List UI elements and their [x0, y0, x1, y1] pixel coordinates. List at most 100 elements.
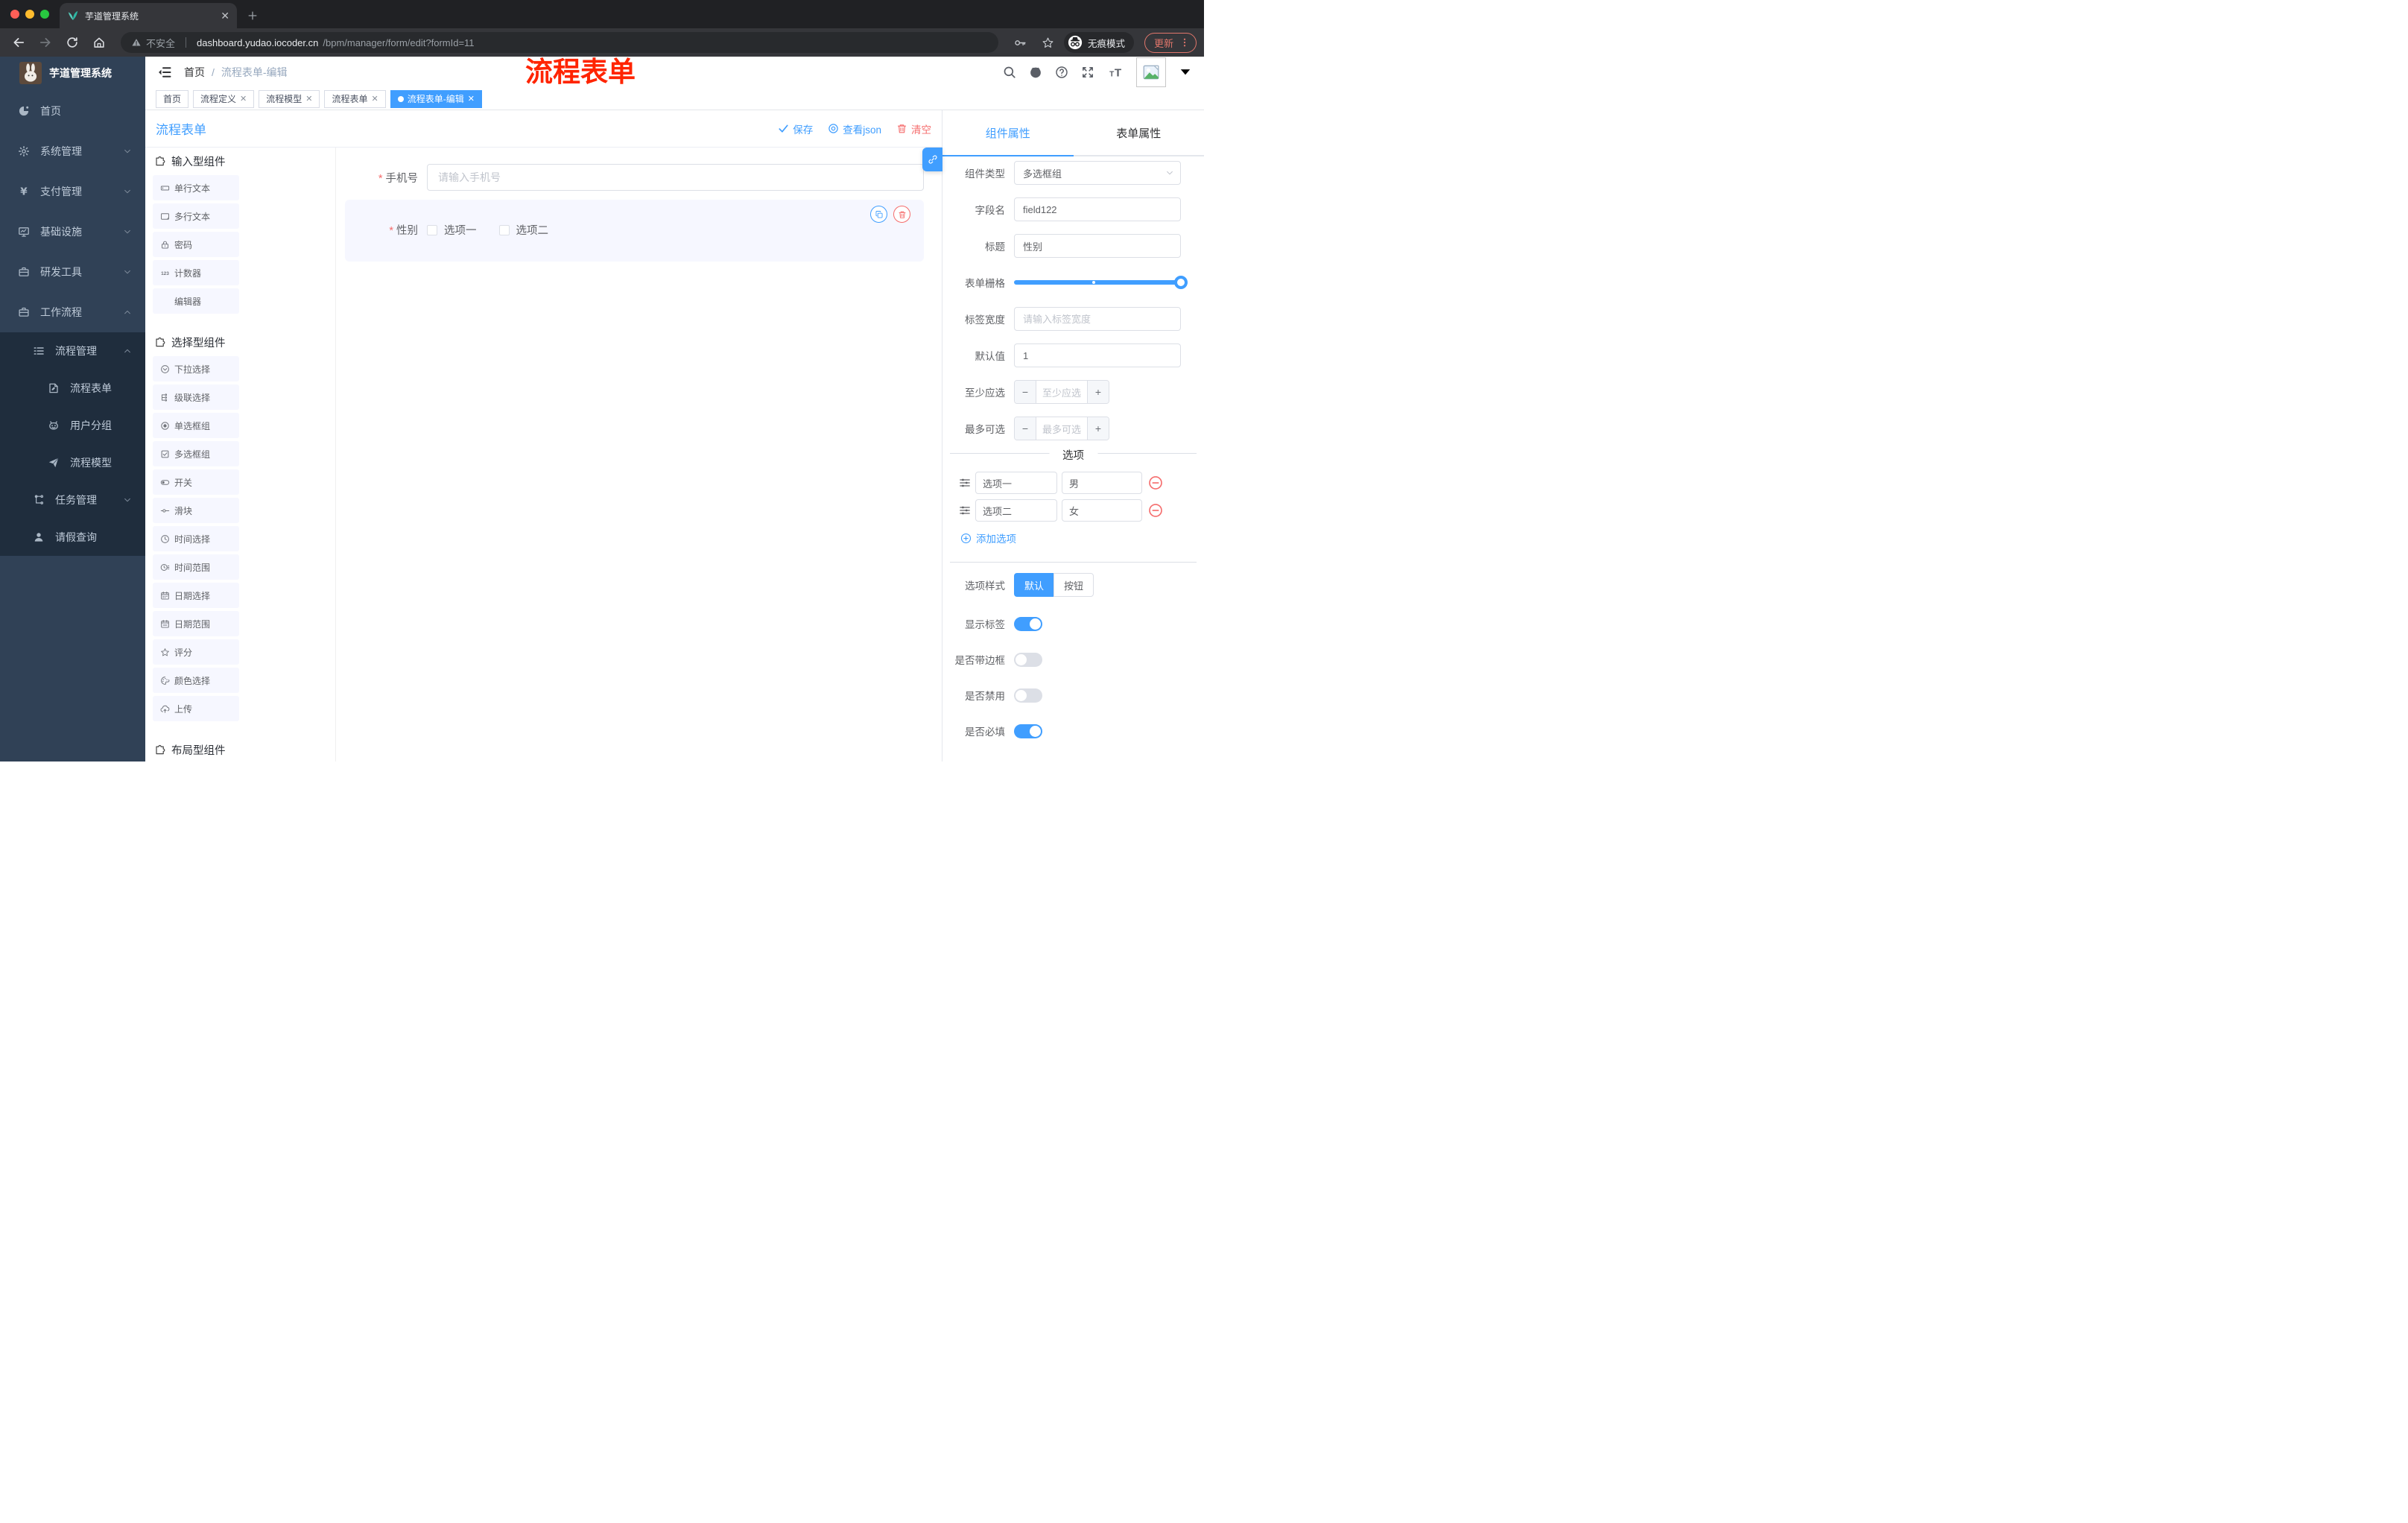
- option-value-input[interactable]: [1062, 499, 1142, 522]
- palette-item-checkbox-group[interactable]: 多选框组: [153, 441, 239, 466]
- palette-item-cascader[interactable]: 级联选择: [153, 384, 239, 410]
- save-button[interactable]: 保存: [778, 121, 813, 136]
- user-avatar[interactable]: [1136, 57, 1166, 87]
- reload-icon[interactable]: [66, 36, 79, 49]
- tag-close-icon[interactable]: ✕: [468, 94, 475, 104]
- palette-item-date-range[interactable]: 日期范围: [153, 611, 239, 636]
- default-value-input[interactable]: [1014, 343, 1181, 367]
- password-key-icon[interactable]: [1014, 37, 1027, 49]
- tag-close-icon[interactable]: ✕: [372, 94, 378, 104]
- search-icon[interactable]: [1003, 66, 1016, 79]
- palette-item-single-line-text[interactable]: 单行文本: [153, 175, 239, 200]
- bookmark-star-icon[interactable]: [1042, 37, 1054, 49]
- palette-item-select[interactable]: 下拉选择: [153, 356, 239, 381]
- breadcrumb-home[interactable]: 首页: [184, 65, 205, 80]
- sidebar-item-process-model[interactable]: 流程模型: [0, 444, 145, 481]
- palette-item-color-picker[interactable]: 颜色选择: [153, 668, 239, 693]
- form-grid-slider[interactable]: [1014, 270, 1188, 294]
- zoom-window-button[interactable]: [40, 10, 49, 19]
- palette-item-radio-group[interactable]: 单选框组: [153, 413, 239, 438]
- browser-menu-dots-icon[interactable]: [1179, 37, 1190, 48]
- style-button-button[interactable]: 按钮: [1054, 573, 1094, 597]
- tag-close-icon[interactable]: ✕: [305, 94, 312, 104]
- toggle-disabled[interactable]: [1014, 688, 1042, 703]
- gender-checkbox-2[interactable]: 选项二: [498, 222, 548, 238]
- max-select-placeholder[interactable]: 最多可选: [1036, 417, 1087, 440]
- tag-process-definition[interactable]: 流程定义 ✕: [193, 89, 255, 108]
- sidebar-item-process-mgmt[interactable]: 流程管理: [0, 332, 145, 370]
- toggle-show-label[interactable]: [1014, 616, 1042, 631]
- option-label-input[interactable]: [975, 499, 1057, 522]
- minimize-window-button[interactable]: [25, 10, 34, 19]
- slider-handle[interactable]: [1174, 276, 1188, 289]
- forward-icon[interactable]: [39, 36, 52, 49]
- option-label-input[interactable]: [975, 472, 1057, 494]
- palette-item-date-picker[interactable]: 日期选择: [153, 583, 239, 608]
- avatar-caret-down-icon[interactable]: [1179, 66, 1192, 79]
- sidebar-item-system-mgmt[interactable]: 系统管理: [0, 131, 145, 171]
- checkbox-icon[interactable]: [427, 224, 437, 235]
- fullscreen-icon[interactable]: [1081, 66, 1094, 79]
- palette-item-switch[interactable]: 开关: [153, 469, 239, 495]
- palette-item-time-range[interactable]: 时间范围: [153, 554, 239, 580]
- palette-item-editor[interactable]: 编辑器: [153, 288, 239, 314]
- canvas-field-phone[interactable]: 手机号: [345, 164, 924, 191]
- label-width-input[interactable]: [1014, 307, 1181, 331]
- palette-item-counter[interactable]: 123 计数器: [153, 260, 239, 285]
- decrease-button[interactable]: −: [1015, 417, 1036, 440]
- tag-process-form-edit[interactable]: 流程表单-编辑 ✕: [390, 89, 482, 108]
- title-input[interactable]: [1014, 234, 1181, 258]
- decrease-button[interactable]: −: [1015, 381, 1036, 403]
- duplicate-component-button[interactable]: [870, 206, 887, 223]
- phone-field-input[interactable]: [427, 164, 924, 191]
- sidebar-item-dev-tools[interactable]: 研发工具: [0, 252, 145, 292]
- increase-button[interactable]: +: [1087, 417, 1109, 440]
- tab-component-props[interactable]: 组件属性: [942, 110, 1074, 156]
- palette-item-multi-line-text[interactable]: 多行文本: [153, 203, 239, 229]
- sidebar-item-leave-query[interactable]: 请假查询: [0, 519, 145, 556]
- canvas-field-gender-selected[interactable]: 性别 选项一 选项二: [345, 200, 924, 262]
- tag-process-form[interactable]: 流程表单 ✕: [324, 89, 386, 108]
- palette-item-time-picker[interactable]: 时间选择: [153, 526, 239, 551]
- tab-form-props[interactable]: 表单属性: [1074, 110, 1205, 155]
- close-window-button[interactable]: [10, 10, 19, 19]
- new-tab-button[interactable]: [243, 6, 262, 25]
- github-icon[interactable]: [1029, 66, 1042, 79]
- drag-handle-icon[interactable]: [959, 504, 971, 516]
- sidebar-item-user-group[interactable]: 用户分组: [0, 407, 145, 444]
- palette-item-password[interactable]: 密码: [153, 232, 239, 257]
- tag-process-model[interactable]: 流程模型 ✕: [259, 89, 320, 108]
- remove-option-icon[interactable]: [1148, 503, 1163, 518]
- add-option-button[interactable]: 添加选项: [960, 531, 1204, 545]
- component-type-select[interactable]: [1014, 161, 1181, 185]
- help-icon[interactable]: [1055, 66, 1068, 79]
- view-json-button[interactable]: 查看json: [828, 121, 881, 136]
- font-size-icon[interactable]: TT: [1107, 66, 1124, 79]
- tab-close-icon[interactable]: ✕: [221, 10, 229, 22]
- link-tab[interactable]: [922, 148, 942, 171]
- option-value-input[interactable]: [1062, 472, 1142, 494]
- sidebar-item-payment-mgmt[interactable]: ¥ 支付管理: [0, 171, 145, 212]
- gender-checkbox-1[interactable]: 选项一: [427, 222, 477, 238]
- toggle-with-border[interactable]: [1014, 652, 1042, 667]
- sidebar-logo[interactable]: 芋道管理系统: [0, 57, 145, 89]
- tag-close-icon[interactable]: ✕: [240, 94, 247, 104]
- delete-component-button[interactable]: [893, 206, 910, 223]
- sidebar-item-task-mgmt[interactable]: 任务管理: [0, 481, 145, 519]
- home-icon[interactable]: [92, 36, 106, 49]
- sidebar-item-process-form[interactable]: 流程表单: [0, 370, 145, 407]
- sidebar-item-home[interactable]: 首页: [0, 91, 145, 131]
- style-default-button[interactable]: 默认: [1014, 573, 1054, 597]
- update-button[interactable]: 更新: [1144, 32, 1197, 53]
- browser-tab[interactable]: 芋道管理系统 ✕: [60, 3, 237, 28]
- tag-home[interactable]: 首页: [156, 89, 189, 108]
- palette-item-rate[interactable]: 评分: [153, 639, 239, 665]
- field-name-input[interactable]: [1014, 197, 1181, 221]
- address-bar[interactable]: 不安全 dashboard.yudao.iocoder.cn/bpm/manag…: [121, 32, 998, 53]
- sidebar-item-infrastructure[interactable]: 基础设施: [0, 212, 145, 252]
- sidebar-collapse-icon[interactable]: [157, 65, 172, 80]
- increase-button[interactable]: +: [1087, 381, 1109, 403]
- palette-item-slider[interactable]: 滑块: [153, 498, 239, 523]
- checkbox-icon[interactable]: [498, 224, 510, 235]
- min-select-placeholder[interactable]: 至少应选: [1036, 381, 1087, 403]
